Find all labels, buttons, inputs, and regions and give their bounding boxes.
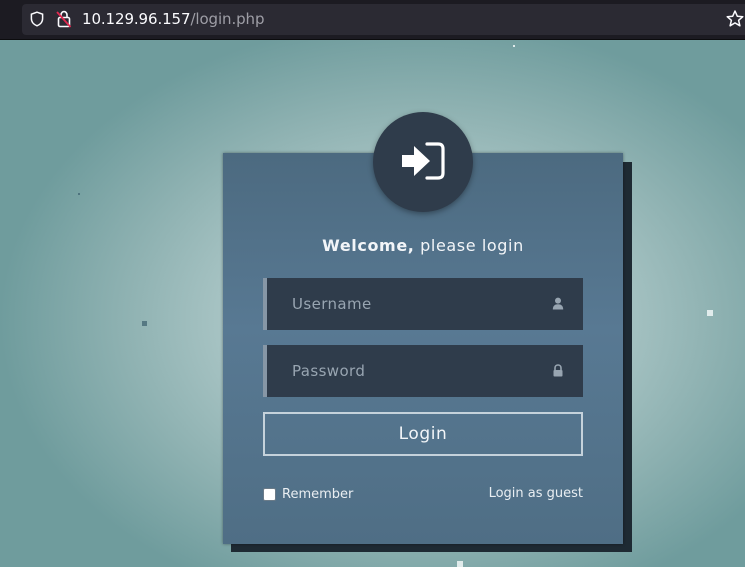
login-as-guest-link[interactable]: Login as guest — [423, 486, 583, 501]
background-particle — [707, 310, 713, 316]
background-particle — [78, 193, 80, 195]
login-avatar — [373, 112, 473, 212]
username-input[interactable] — [267, 278, 583, 330]
remember-option[interactable]: Remember — [263, 486, 353, 502]
remember-checkbox[interactable] — [263, 487, 276, 501]
background-particle — [457, 561, 463, 567]
star-icon[interactable] — [725, 9, 745, 29]
url-text[interactable]: 10.129.96.157/login.php — [82, 10, 264, 28]
url-host: 10.129.96.157 — [82, 10, 191, 28]
url-path: /login.php — [190, 10, 265, 28]
shield-icon[interactable] — [29, 11, 45, 27]
username-field[interactable] — [263, 278, 583, 330]
background-particle — [142, 321, 147, 326]
welcome-bold: Welcome, — [322, 236, 415, 255]
password-input[interactable] — [267, 345, 583, 397]
remember-label: Remember — [282, 486, 354, 502]
broken-lock-icon[interactable] — [56, 10, 72, 28]
welcome-rest: please login — [414, 236, 524, 255]
welcome-heading: Welcome, please login — [223, 236, 623, 255]
background-particle — [513, 45, 515, 47]
login-button[interactable]: Login — [263, 412, 583, 456]
browser-toolbar: 10.129.96.157/login.php — [0, 0, 745, 40]
lock-icon — [553, 364, 563, 377]
sign-in-icon — [402, 142, 445, 180]
user-icon — [552, 297, 564, 310]
password-field[interactable] — [263, 345, 583, 397]
